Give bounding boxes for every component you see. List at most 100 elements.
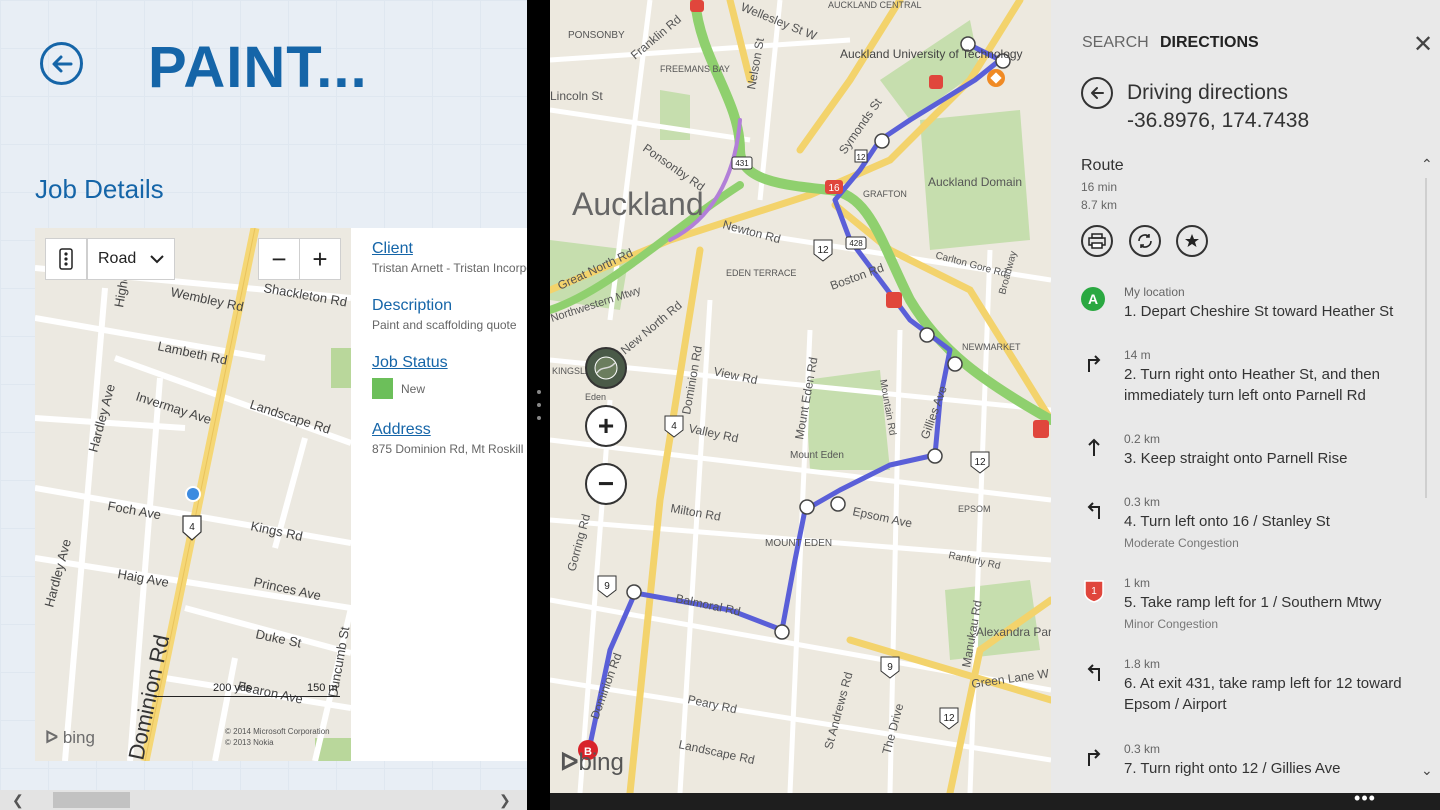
job-status-row: New (372, 378, 527, 399)
chevron-down-icon[interactable]: ⌄ (1421, 762, 1433, 779)
svg-text:Eden: Eden (585, 392, 606, 402)
map-options-button[interactable] (45, 238, 87, 280)
directions-map[interactable]: B 12 4 12 9 9 12 16 12 431 428 PONSONBY … (550, 0, 1051, 793)
scrollbar-thumb[interactable] (53, 792, 130, 808)
svg-text:Lincoln St: Lincoln St (550, 89, 603, 103)
step-instruction: 6. At exit 431, take ramp left for 12 to… (1124, 675, 1402, 713)
section-heading: Job Details (35, 174, 164, 204)
address-value: 875 Dominion Rd, Mt Roskill (372, 442, 524, 456)
step-distance: 0.2 km (1124, 432, 1161, 446)
map-zoom-in-button[interactable]: + (585, 405, 627, 447)
tab-search[interactable]: SEARCH (1082, 34, 1149, 52)
svg-text:12: 12 (943, 713, 955, 724)
mini-map-zoom-in-button[interactable]: + (299, 238, 341, 280)
chevron-down-icon (150, 255, 164, 264)
svg-text:431: 431 (735, 159, 749, 168)
aut-label: Auckland University of Technology (840, 47, 1023, 61)
horizontal-scrollbar[interactable]: ❮ ❯ (0, 790, 527, 810)
step-distance: 0.3 km (1124, 742, 1161, 756)
svg-text:Mount Eden: Mount Eden (790, 450, 844, 461)
snap-splitter[interactable] (527, 0, 550, 810)
turn-left-icon (1081, 497, 1107, 523)
svg-text:9: 9 (887, 662, 893, 673)
print-button[interactable] (1081, 225, 1113, 257)
svg-text:FREEMANS BAY: FREEMANS BAY (660, 64, 730, 74)
splitter-handle-icon[interactable] (536, 390, 541, 420)
straight-arrow-icon (1081, 434, 1107, 460)
star-icon (1185, 234, 1199, 247)
back-arrow-icon (52, 55, 72, 72)
step-traffic: Minor Congestion (1124, 617, 1219, 631)
motorway-shield-icon: 1 (1081, 578, 1107, 604)
description-value: Paint and scaffolding quote (372, 318, 517, 332)
client-link[interactable]: Client (372, 240, 527, 258)
step-instruction: 1. Depart Cheshire St toward Heather St (1124, 303, 1394, 320)
svg-text:9: 9 (604, 581, 610, 592)
step-traffic: Moderate Congestion (1124, 536, 1239, 550)
svg-text:EPSOM: EPSOM (958, 504, 991, 514)
back-arrow-icon (1091, 87, 1104, 99)
directions-scrollbar[interactable] (1425, 178, 1427, 498)
step-distance: 14 m (1124, 348, 1151, 362)
svg-text:GRAFTON: GRAFTON (863, 189, 907, 199)
location-pin[interactable] (187, 488, 199, 500)
step-instruction: 3. Keep straight onto Parnell Rise (1124, 450, 1348, 467)
aerial-view-icon (594, 356, 618, 380)
mini-map-zoom-out-button[interactable]: − (258, 238, 300, 280)
map-zoom-out-button[interactable]: − (585, 463, 627, 505)
mini-map-canvas[interactable]: 4 Wembley Rd Shackleton Rd Lambeth Rd In… (35, 228, 351, 761)
svg-text:12: 12 (974, 457, 986, 468)
scroll-right-icon[interactable]: ❯ (499, 792, 511, 809)
reverse-route-button[interactable] (1129, 225, 1161, 257)
map-canvas[interactable]: B 12 4 12 9 9 12 16 12 431 428 PONSONBY … (550, 0, 1051, 793)
more-vertical-icon (59, 248, 73, 270)
job-status-link[interactable]: Job Status (372, 354, 527, 372)
svg-text:12: 12 (857, 153, 866, 162)
close-icon[interactable]: ✕ (1413, 30, 1433, 59)
svg-text:12: 12 (817, 245, 829, 256)
step-instruction: 5. Take ramp left for 1 / Southern Mtwy (1124, 594, 1382, 611)
step-instruction: 2. Turn right onto Heather St, and then … (1124, 366, 1380, 404)
description-label: Description (372, 297, 453, 314)
tab-directions[interactable]: DIRECTIONS (1160, 34, 1259, 52)
client-value: Tristan Arnett - Tristan Incorporated (372, 261, 527, 275)
add-favorite-button[interactable] (1176, 225, 1208, 257)
turn-right-icon (1081, 744, 1107, 770)
turn-left-icon (1081, 659, 1107, 685)
start-marker-icon: A (1081, 287, 1105, 311)
city-label: Auckland (572, 186, 704, 222)
map-scale: 200 yds 150 m (155, 682, 340, 697)
map-style-button[interactable] (585, 347, 627, 389)
directions-title: Driving directions (1127, 81, 1289, 104)
step-instruction: 4. Turn left onto 16 / Stanley St (1124, 513, 1330, 530)
step-distance: My location (1124, 285, 1185, 299)
job-location-map[interactable]: 4 Wembley Rd Shackleton Rd Lambeth Rd In… (35, 228, 351, 761)
bing-logo: ᐅbing (560, 749, 624, 776)
print-icon (1088, 233, 1106, 249)
directions-panel: SEARCH DIRECTIONS ✕ Driving directions -… (1051, 0, 1440, 793)
route-label: Route (1081, 157, 1124, 174)
plus-icon: + (597, 410, 615, 441)
maps-app: B 12 4 12 9 9 12 16 12 431 428 PONSONBY … (550, 0, 1440, 810)
step-instruction: 7. Turn right onto 12 / Gillies Ave (1124, 760, 1341, 777)
back-button[interactable] (40, 42, 83, 85)
directions-back-button[interactable] (1081, 77, 1113, 109)
svg-text:PONSONBY: PONSONBY (568, 30, 625, 41)
job-details-panel: Client Tristan Arnett - Tristan Incorpor… (351, 228, 527, 761)
svg-text:NEWMARKET: NEWMARKET (962, 342, 1021, 352)
destination-coordinates: -36.8976, 174.7438 (1127, 109, 1310, 132)
more-options-icon[interactable]: ••• (1350, 789, 1380, 810)
app-bar (550, 793, 1440, 810)
svg-text:16: 16 (828, 183, 840, 194)
app-title: PAINT... (148, 35, 368, 100)
turn-right-icon (1081, 350, 1107, 376)
job-status-value: New (401, 381, 426, 396)
map-type-select[interactable]: Road (87, 238, 175, 280)
address-link[interactable]: Address (372, 421, 527, 439)
scroll-left-icon[interactable]: ❮ (12, 792, 24, 809)
start-pin[interactable] (987, 69, 1005, 87)
svg-text:Auckland Domain: Auckland Domain (928, 175, 1022, 189)
chevron-up-icon[interactable]: ⌃ (1421, 156, 1433, 173)
svg-text:4: 4 (189, 522, 195, 533)
map-type-value: Road (98, 250, 137, 267)
